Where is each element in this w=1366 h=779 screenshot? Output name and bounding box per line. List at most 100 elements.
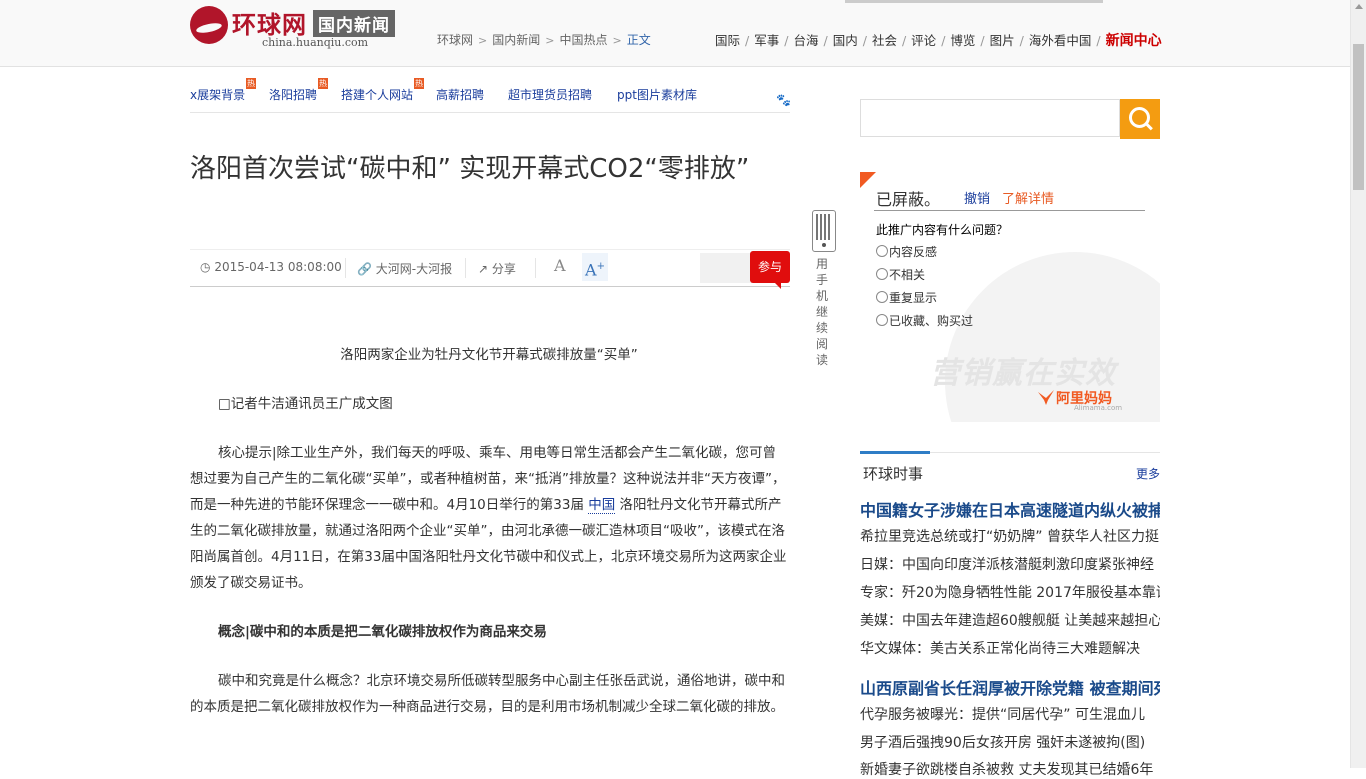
join-button-tail xyxy=(775,283,781,289)
ad-link-4[interactable]: 高薪招聘 xyxy=(436,86,484,103)
article-subhead: 概念|碳中和的本质是把二氧化碳排放权作为商品来交易 xyxy=(190,619,788,645)
news-item[interactable]: 日媒：中国向印度洋派核潜艇刺激印度紧张神经 xyxy=(860,554,1160,574)
search-input[interactable] xyxy=(860,99,1120,137)
nav-opinion[interactable]: 评论 xyxy=(911,33,936,48)
nav-society[interactable]: 社会 xyxy=(872,33,897,48)
ad-undo-link[interactable]: 撤销 xyxy=(964,188,990,207)
qr-pattern xyxy=(816,214,832,240)
ad-link-5[interactable]: 超市理货员招聘 xyxy=(508,86,592,103)
ad-slogan: 营销赢在实效 xyxy=(930,356,1116,391)
nav-news-center[interactable]: 新闻中心 xyxy=(1106,33,1162,49)
ad-option-irrelevant[interactable]: 不相关 xyxy=(876,266,925,283)
news-section-header: 环球时事 更多 xyxy=(860,451,1160,487)
breadcrumb-domestic[interactable]: 国内新闻 xyxy=(492,33,540,47)
paragraph-1: 核心提示|除工业生产外，我们每天的呼吸、乘车、用电等日常生活都会产生二氧化碳，您… xyxy=(190,440,788,596)
news-item[interactable]: 代孕服务被曝光：提供“同居代孕” 可生混血儿 xyxy=(860,704,1160,724)
ad-link-2[interactable]: 洛阳招聘 xyxy=(269,86,317,103)
qr-code-icon[interactable] xyxy=(812,210,836,252)
news-item[interactable]: 华文媒体：美古关系正常化尚待三大难题解决 xyxy=(860,638,1160,658)
mobile-read-label[interactable]: 用手机继续阅读 xyxy=(816,256,830,368)
font-smaller-button[interactable]: A xyxy=(554,256,566,275)
news-headline[interactable]: 中国籍女子涉嫌在日本高速隧道内纵火被捕 xyxy=(860,497,1160,521)
article-paragraph-2: 碳中和究竟是什么概念？北京环境交易所低碳转型服务中心副主任张岳武说，通俗地讲，碳… xyxy=(190,668,788,720)
nav-sep: / xyxy=(1019,33,1024,48)
logo-section: 国内新闻 xyxy=(313,10,395,37)
nav-international[interactable]: 国际 xyxy=(715,33,740,48)
ad-learn-more-link[interactable]: 了解详情 xyxy=(1002,188,1054,207)
ad-option-label: 重复显示 xyxy=(889,291,938,305)
publish-date: 2015-04-13 08:08:00 xyxy=(214,260,342,274)
ad-link-6[interactable]: ppt图片素材库 xyxy=(617,86,697,103)
breadcrumb-current: 正文 xyxy=(626,33,651,47)
news-item[interactable]: 新婚妻子欲跳楼自杀被救 丈夫发现其已结婚6年 xyxy=(860,759,1160,779)
breadcrumb-sep: > xyxy=(612,34,622,47)
subhead-text: 概念|碳中和的本质是把二氧化碳排放权作为商品来交易 xyxy=(218,624,547,640)
search-button[interactable] xyxy=(1120,99,1160,139)
scroll-thumb[interactable] xyxy=(1353,44,1364,190)
breadcrumb-home[interactable]: 环球网 xyxy=(437,33,473,47)
news-headline[interactable]: 山西原副省长任润厚被开除党籍 被查期间死亡 xyxy=(860,675,1160,699)
ad-option-purchased[interactable]: 已收藏、购买过 xyxy=(876,312,973,329)
nav-military[interactable]: 军事 xyxy=(754,33,779,48)
news-item[interactable]: 男子酒后强拽90后女孩开房 强奸未遂被拘(图) xyxy=(860,732,1160,752)
nav-taiwan[interactable]: 台海 xyxy=(793,33,818,48)
font-larger-button[interactable]: A+ xyxy=(582,253,608,281)
vertical-scrollbar[interactable] xyxy=(1350,0,1366,768)
sponsored-links: x展架背景 热 洛阳招聘 热 搭建个人网站 热 高薪招聘 超市理货员招聘 ppt… xyxy=(190,78,790,113)
keyword-link-china[interactable]: 中国 xyxy=(588,497,616,514)
nav-overseas[interactable]: 海外看中国 xyxy=(1029,33,1092,48)
hot-badge: 热 xyxy=(318,78,328,89)
ad-corner-flag xyxy=(860,172,876,188)
ad-option-label: 不相关 xyxy=(889,268,926,282)
hot-badge: 热 xyxy=(414,78,424,89)
nav-sep: / xyxy=(980,33,985,48)
article-meta-bar: ◷ 2015-04-13 08:08:00 🔗 大河网-大河报 ↗ 分享 A A… xyxy=(190,249,790,289)
font-larger-plus: + xyxy=(596,261,605,272)
link-icon: 🔗 xyxy=(357,262,372,276)
ad-brand-domain: Alimama.com xyxy=(1074,404,1123,412)
ad-feedback-question: 此推广内容有什么问题？ xyxy=(876,223,1009,237)
news-item[interactable]: 美媒：中国去年建造超60艘舰艇 让美越来越担心 xyxy=(860,610,1160,630)
nav-sep: / xyxy=(941,33,946,48)
share-label: 分享 xyxy=(491,262,516,276)
nav-sep: / xyxy=(823,33,828,48)
radio-button[interactable] xyxy=(876,268,888,280)
breadcrumb-hotspot[interactable]: 中国热点 xyxy=(559,33,607,47)
ad-option-offensive[interactable]: 内容反感 xyxy=(876,243,937,260)
radio-button[interactable] xyxy=(876,245,888,257)
paw-icon[interactable]: 🐾 xyxy=(776,93,791,107)
news-header-accent xyxy=(860,451,930,454)
nav-expo[interactable]: 博览 xyxy=(950,33,975,48)
ad-option-repeated[interactable]: 重复显示 xyxy=(876,289,937,306)
ad-blocked-label: 已屏蔽。 xyxy=(876,190,941,209)
hot-badge: 热 xyxy=(246,78,256,89)
ad-link-1[interactable]: x展架背景 xyxy=(190,86,245,103)
phone-button-dot xyxy=(822,243,826,247)
share-button[interactable]: ↗ 分享 xyxy=(478,260,516,277)
radio-button[interactable] xyxy=(876,314,888,326)
article-paragraph-1: 核心提示|除工业生产外，我们每天的呼吸、乘车、用电等日常生活都会产生二氧化碳，您… xyxy=(190,440,788,596)
article-title: 洛阳首次尝试“碳中和” 实现开幕式CO2“零排放” xyxy=(190,154,750,184)
byline-text: □记者牛洁通讯员王广成文图 xyxy=(218,396,393,412)
radio-button[interactable] xyxy=(876,291,888,303)
top-nav: 国际 / 军事 / 台海 / 国内 / 社会 / 评论 / 博览 / 图片 / 海外看中国 / 新闻中心 xyxy=(715,30,1162,50)
nav-pictures[interactable]: 图片 xyxy=(990,33,1015,48)
share-icon: ↗ xyxy=(478,262,489,276)
nav-sep: / xyxy=(1096,33,1101,48)
share-widget xyxy=(700,253,752,283)
clock-icon: ◷ xyxy=(200,260,211,274)
article-source[interactable]: 🔗 大河网-大河报 xyxy=(357,260,452,277)
nav-sep: / xyxy=(745,33,750,48)
news-more-link[interactable]: 更多 xyxy=(1136,465,1160,482)
nav-domestic[interactable]: 国内 xyxy=(833,33,858,48)
breadcrumb-sep: > xyxy=(545,34,555,47)
join-discussion-button[interactable]: 参与 xyxy=(750,251,790,283)
image-caption: 洛阳两家企业为牡丹文化节开幕式碳排放量“买单” xyxy=(340,347,638,363)
paragraph-2: 碳中和究竟是什么概念？北京环境交易所低碳转型服务中心副主任张岳武说，通俗地讲，碳… xyxy=(190,673,785,715)
alimama-logo-icon xyxy=(1038,390,1054,405)
news-item[interactable]: 希拉里竞选总统或打“奶奶牌” 曾获华人社区力挺 xyxy=(860,526,1160,546)
site-logo[interactable]: 环球网 china.huanqiu.com 国内新闻 xyxy=(190,5,415,51)
news-item[interactable]: 专家：歼20为隐身牺牲性能 2017年服役基本靠谱 xyxy=(860,582,1160,602)
scroll-up-arrow-icon[interactable] xyxy=(1355,4,1363,9)
ad-link-3[interactable]: 搭建个人网站 xyxy=(341,86,413,103)
